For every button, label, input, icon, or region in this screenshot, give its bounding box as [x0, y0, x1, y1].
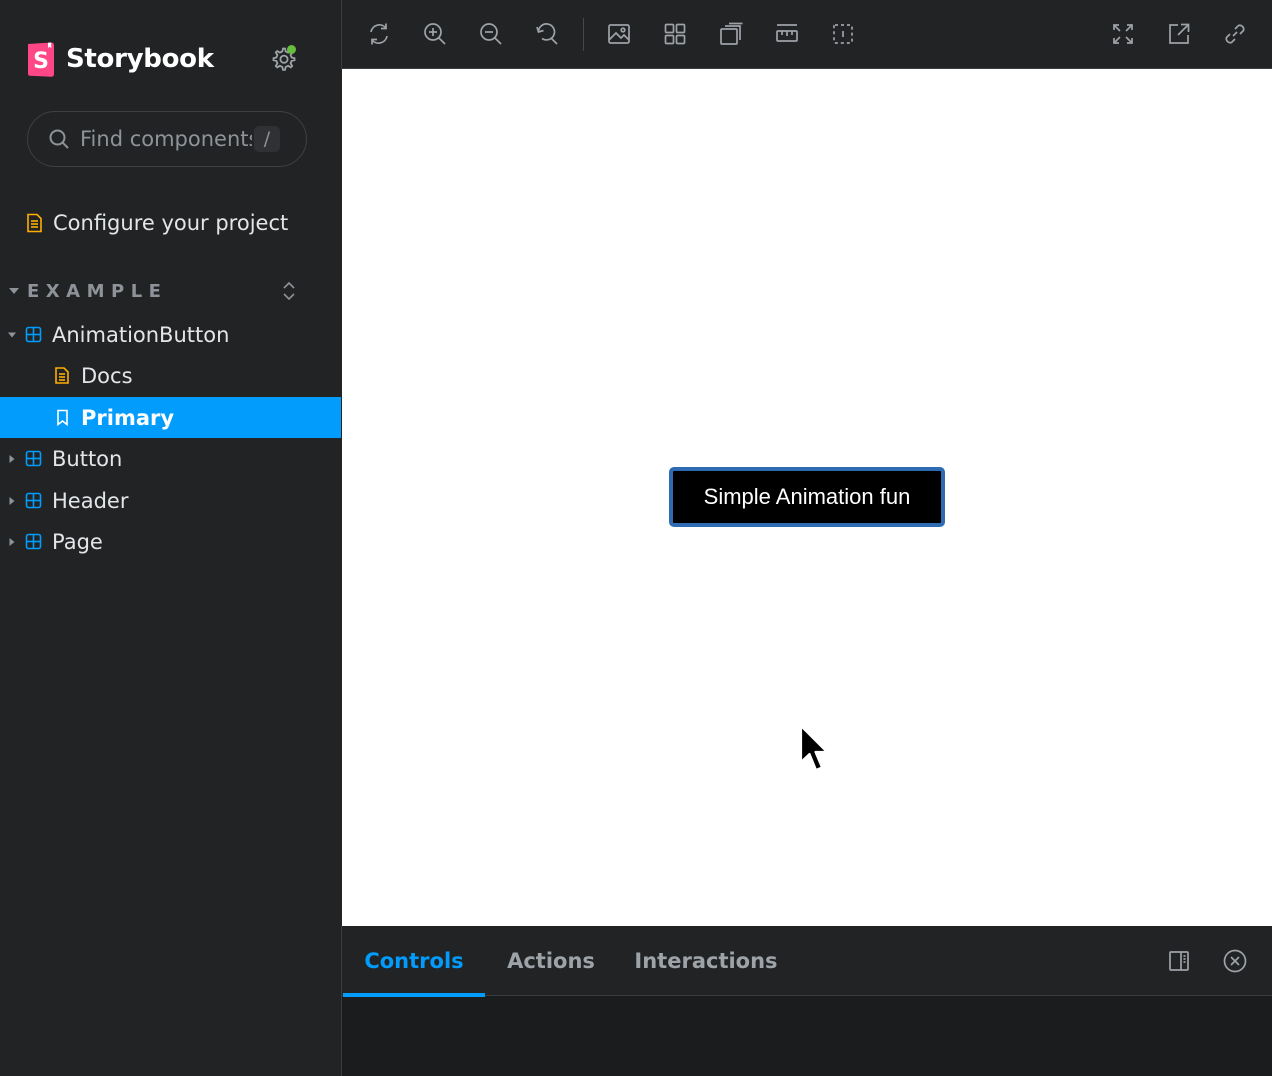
tab-interactions[interactable]: Interactions [617, 926, 795, 996]
viewport-icon [720, 22, 743, 45]
zoom-reset-icon [536, 23, 558, 45]
expand-collapse-icon[interactable] [281, 280, 297, 302]
configure-project-link[interactable]: Configure your project [26, 206, 288, 240]
brand[interactable]: S Storybook [26, 40, 214, 78]
zoom-in-icon [424, 23, 446, 45]
sidebar: S Storybook / [0, 0, 341, 1076]
tree-item-label: Button [52, 446, 123, 471]
outline-button[interactable] [826, 17, 860, 51]
addon-tab-bar: Controls Actions Interactions [342, 926, 1272, 997]
grid-icon [664, 23, 686, 45]
zoom-out-icon [480, 23, 502, 45]
caret-right-icon [9, 537, 15, 546]
tree-item-label: AnimationButton [52, 322, 230, 347]
zoom-in-button[interactable] [418, 17, 452, 51]
caret-down-icon [8, 332, 16, 337]
settings-button[interactable] [266, 42, 300, 76]
addon-panel: Controls Actions Interactions [341, 926, 1272, 1076]
brand-name: Storybook [66, 44, 214, 74]
tree-item-docs[interactable]: Docs [0, 355, 341, 396]
close-panel-button[interactable] [1218, 944, 1252, 978]
document-icon [27, 213, 42, 233]
search-input[interactable] [80, 127, 252, 151]
remount-icon [370, 23, 388, 45]
viewport-button[interactable] [714, 17, 748, 51]
open-new-tab-button[interactable] [1162, 17, 1196, 51]
tree-item-label: Docs [81, 363, 133, 388]
zoom-reset-button[interactable] [530, 17, 564, 51]
search-box[interactable]: / [27, 111, 307, 167]
copy-link-button[interactable] [1218, 17, 1252, 51]
background-button[interactable] [602, 17, 636, 51]
remount-button[interactable] [362, 17, 396, 51]
storybook-logo-icon: S [28, 41, 54, 77]
tab-controls[interactable]: Controls [343, 926, 485, 997]
search-shortcut: / [254, 126, 280, 152]
status-dot [287, 45, 296, 54]
component-icon [25, 450, 42, 467]
copy-link-icon [1225, 24, 1245, 44]
component-icon [25, 326, 42, 343]
zoom-out-button[interactable] [474, 17, 508, 51]
close-icon [1223, 949, 1247, 973]
grid-button[interactable] [658, 17, 692, 51]
section-header-example[interactable]: EXAMPLE [8, 276, 333, 306]
tree-item-header[interactable]: Header [0, 480, 341, 521]
tree-item-primary[interactable]: Primary [0, 397, 341, 438]
open-new-tab-icon [1169, 23, 1190, 44]
tree-item-label: Primary [81, 405, 175, 430]
simple-animation-button[interactable]: Simple Animation fun [669, 467, 945, 527]
section-label: EXAMPLE [27, 280, 168, 302]
component-icon [25, 533, 42, 550]
tree-item-animationbutton[interactable]: AnimationButton [0, 314, 341, 355]
sidebar-right-icon [1169, 951, 1189, 971]
fullscreen-icon [1113, 24, 1133, 44]
tree-item-page[interactable]: Page [0, 521, 341, 562]
tab-label: Controls [364, 949, 464, 973]
background-icon [608, 24, 630, 44]
tree-item-label: Page [52, 529, 103, 554]
component-icon [25, 492, 42, 509]
tree-item-label: Header [52, 488, 129, 513]
tab-label: Actions [507, 949, 595, 973]
storybook-app: S Storybook / [0, 0, 1272, 1076]
caret-right-icon [9, 496, 15, 505]
story-canvas: Simple Animation fun [342, 69, 1272, 926]
mouse-cursor-icon [799, 724, 829, 772]
preview-toolbar [341, 0, 1272, 69]
measure-icon [776, 24, 798, 42]
tab-label: Interactions [634, 949, 778, 973]
search-icon [49, 129, 69, 149]
configure-project-label: Configure your project [53, 211, 289, 235]
tab-actions[interactable]: Actions [485, 926, 617, 996]
fullscreen-button[interactable] [1106, 17, 1140, 51]
tree-item-button[interactable]: Button [0, 438, 341, 479]
logo-letter: S [33, 49, 49, 74]
caret-down-icon [9, 288, 19, 294]
measure-button[interactable] [770, 17, 804, 51]
document-icon [55, 367, 69, 384]
panel-orientation-button[interactable] [1162, 944, 1196, 978]
caret-right-icon [9, 454, 15, 463]
bookmark-icon [57, 409, 68, 426]
toolbar-separator [583, 18, 584, 51]
outline-icon [833, 24, 853, 44]
